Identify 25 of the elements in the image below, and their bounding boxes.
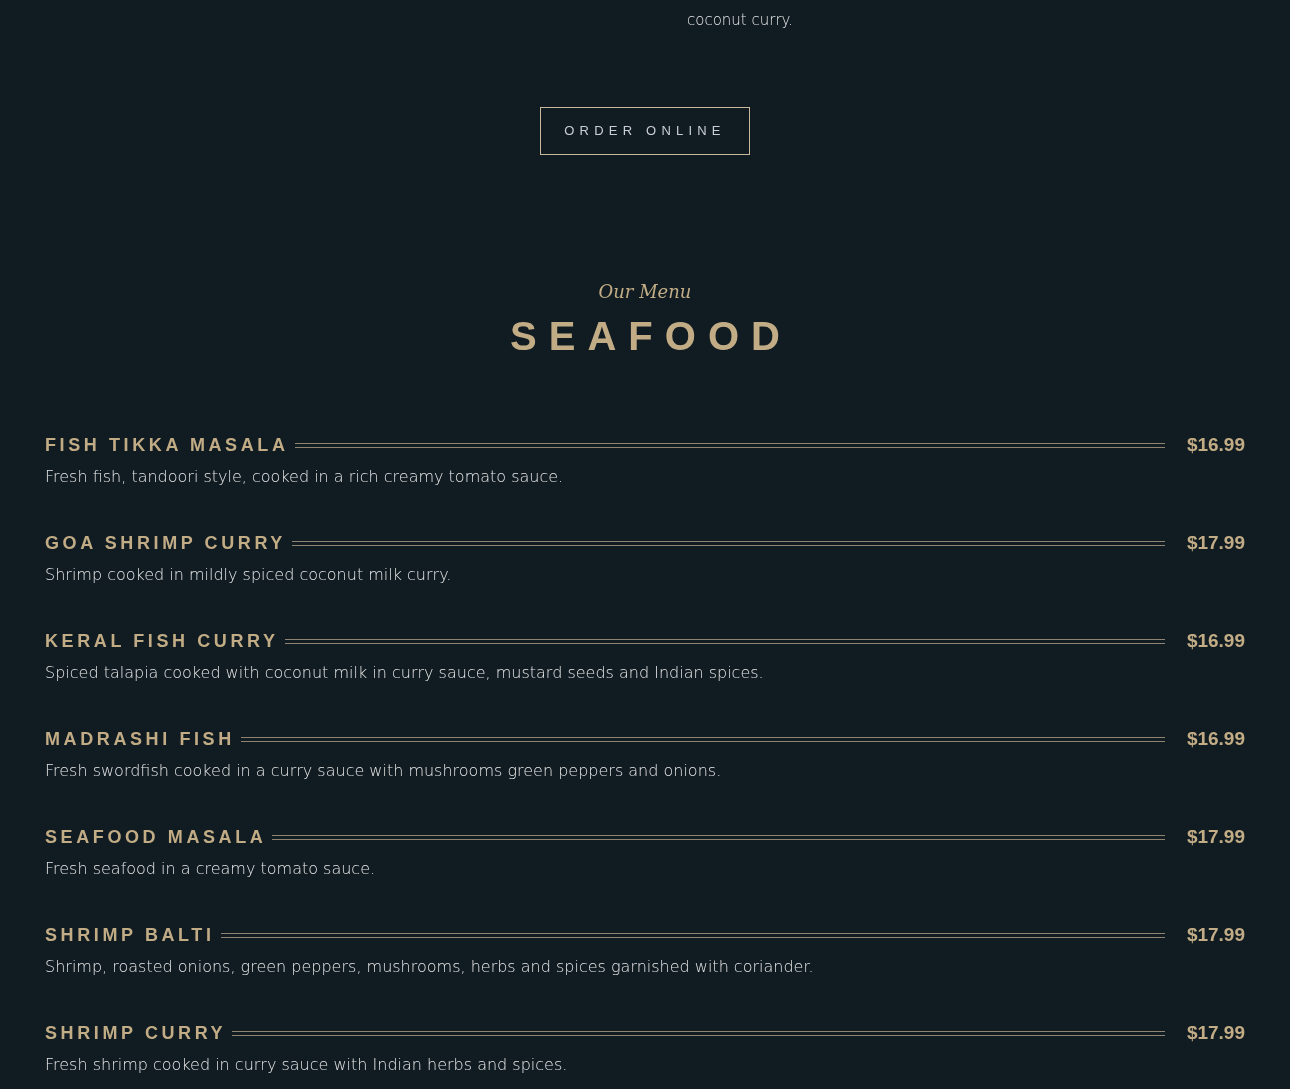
- dish-name: KERAL FISH CURRY: [45, 630, 279, 652]
- dish-name: MADRASHI FISH: [45, 728, 235, 750]
- dish-name: FISH TIKKA MASALA: [45, 434, 289, 456]
- dish-name: SHRIMP CURRY: [45, 1022, 227, 1044]
- section-eyebrow: Our Menu: [598, 280, 692, 304]
- dish-price: $17.99: [1186, 1022, 1245, 1044]
- dish-description: Shrimp, roasted onions, green peppers, mushrooms, herbs and spices garnished with coriander.: [45, 956, 815, 978]
- dish-description: Fresh swordfish cooked in a curry sauce with mushrooms green peppers and onions.: [45, 760, 723, 782]
- section-title: SEAFOOD: [509, 313, 792, 360]
- order-online-button[interactable]: ORDER ONLINE: [540, 107, 750, 155]
- dish-description: Fresh shrimp cooked in curry sauce with Indian herbs and spices.: [45, 1054, 569, 1076]
- dish-price: $17.99: [1186, 924, 1245, 946]
- dish-price: $17.99: [1186, 532, 1245, 554]
- dish-description: Shrimp cooked in mildly spiced coconut milk curry.: [45, 564, 453, 586]
- dish-description: Fresh fish, tandoori style, cooked in a rich creamy tomato sauce.: [45, 466, 565, 488]
- dish-name: SHRIMP BALTI: [45, 924, 215, 946]
- dish-price: $16.99: [1186, 630, 1245, 652]
- dish-name: GOA SHRIMP CURRY: [45, 532, 286, 554]
- dish-price: $16.99: [1186, 728, 1245, 750]
- dish-price: $16.99: [1186, 434, 1245, 456]
- dish-price: $17.99: [1186, 826, 1245, 848]
- dish-description: Spiced talapia cooked with coconut milk in curry sauce, mustard seeds and Indian spices.: [45, 662, 765, 684]
- dish-description: Fresh seafood in a creamy tomato sauce.: [45, 858, 377, 880]
- description-text: coconut curry.: [687, 10, 794, 31]
- dish-name: SEAFOOD MASALA: [45, 826, 267, 848]
